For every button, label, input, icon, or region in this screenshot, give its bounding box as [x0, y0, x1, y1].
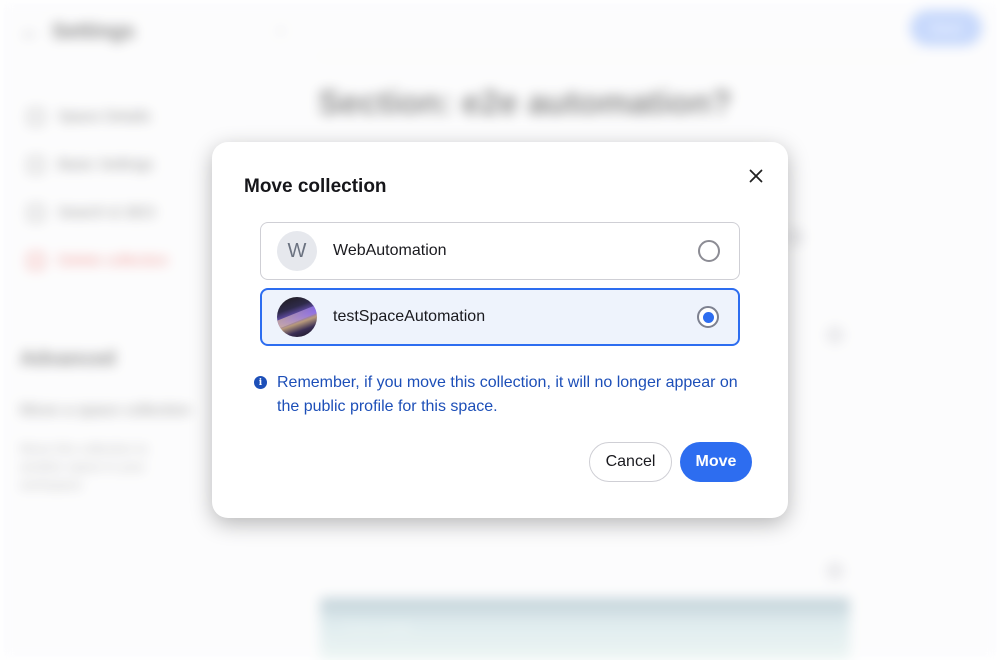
info-icon: i	[254, 376, 267, 389]
info-text: Remember, if you move this collection, i…	[277, 374, 738, 415]
space-option-webautomation[interactable]: W WebAutomation	[260, 222, 740, 280]
close-icon	[749, 169, 763, 183]
avatar: W	[277, 231, 317, 271]
dialog-title: Move collection	[244, 176, 387, 197]
radio-button[interactable]	[698, 240, 720, 262]
cancel-button[interactable]: Cancel	[589, 442, 672, 482]
avatar	[277, 297, 317, 337]
option-label: testSpaceAutomation	[333, 308, 486, 325]
radio-button[interactable]	[697, 306, 719, 328]
info-message: i Remember, if you move this collection,…	[254, 371, 754, 419]
space-option-testspaceautomation[interactable]: testSpaceAutomation	[260, 288, 740, 346]
option-label: WebAutomation	[333, 242, 447, 259]
radio-selected-dot	[702, 311, 714, 323]
move-collection-dialog: Move collection W WebAutomation testSpac…	[212, 142, 788, 518]
close-button[interactable]	[744, 164, 768, 188]
move-button[interactable]: Move	[680, 442, 752, 482]
